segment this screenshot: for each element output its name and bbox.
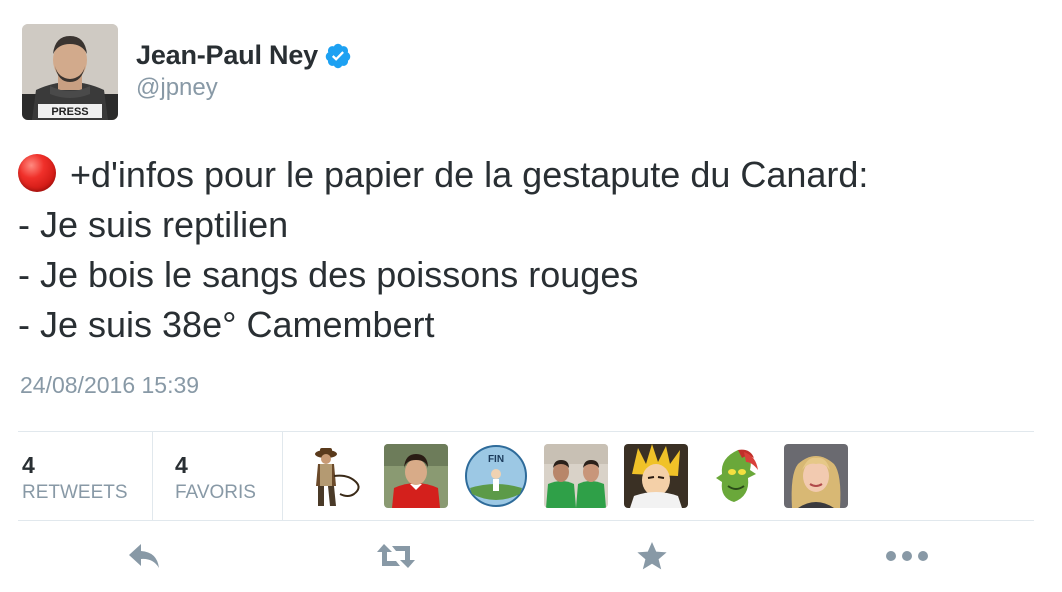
avatar-image: PRESS [22, 24, 118, 120]
avatar-green-creature[interactable] [704, 444, 768, 508]
retweet-icon [377, 544, 415, 568]
tweet-actions [0, 530, 1062, 582]
retweet-button[interactable] [376, 538, 416, 574]
user-name-row: Jean-Paul Ney [136, 40, 352, 71]
avatar-two-men-green[interactable] [544, 444, 608, 508]
retweets-label: RETWEETS [22, 482, 128, 503]
fin-badge-text: FIN [488, 454, 504, 465]
tweet-text: +d'infos pour le papier de la gestapute … [18, 150, 868, 350]
engagement-stats: 4 RETWEETS 4 FAVORIS FIN [18, 432, 1034, 520]
avatar-anime-blond[interactable] [624, 444, 688, 508]
user-handle[interactable]: @jpney [136, 74, 218, 102]
tweet-line-1: +d'infos pour le papier de la gestapute … [18, 150, 868, 200]
favorites-count: 4 [175, 452, 188, 478]
avatar-fin-badge[interactable]: FIN [464, 444, 528, 508]
favoriter-avatars: FIN [304, 444, 848, 508]
stats-separator [282, 432, 283, 520]
reply-button[interactable] [124, 538, 164, 574]
retweets-stat[interactable]: 4 RETWEETS [18, 432, 152, 520]
reply-icon [129, 544, 159, 568]
display-name[interactable]: Jean-Paul Ney [136, 40, 318, 71]
avatar-press-text: PRESS [51, 106, 88, 118]
stats-bottom-divider [18, 520, 1034, 521]
avatar-indiana-figure[interactable] [304, 444, 368, 508]
tweet-line-4: - Je suis 38e° Camembert [18, 304, 435, 345]
favorites-stat[interactable]: 4 FAVORIS [153, 432, 282, 520]
avatar-footballer-red[interactable] [384, 444, 448, 508]
retweets-count: 4 [22, 452, 35, 478]
red-circle-icon [18, 154, 56, 192]
more-button[interactable] [884, 538, 930, 574]
favorite-icon [637, 542, 667, 570]
favorites-label: FAVORIS [175, 482, 256, 503]
tweet-line-text: +d'infos pour le papier de la gestapute … [70, 154, 869, 195]
tweet-line-2: - Je suis reptilien [18, 204, 289, 245]
verified-badge-icon [324, 42, 352, 70]
favorite-button[interactable] [632, 538, 672, 574]
tweet-line-3: - Je bois le sangs des poissons rouges [18, 254, 639, 295]
tweet-timestamp[interactable]: 24/08/2016 15:39 [20, 372, 199, 399]
avatar-blonde-woman[interactable] [784, 444, 848, 508]
tweet-card: PRESS Jean-Paul Ney @jpney +d'infos pour… [0, 0, 1062, 592]
more-icon [886, 551, 928, 561]
user-avatar[interactable]: PRESS [22, 24, 118, 120]
